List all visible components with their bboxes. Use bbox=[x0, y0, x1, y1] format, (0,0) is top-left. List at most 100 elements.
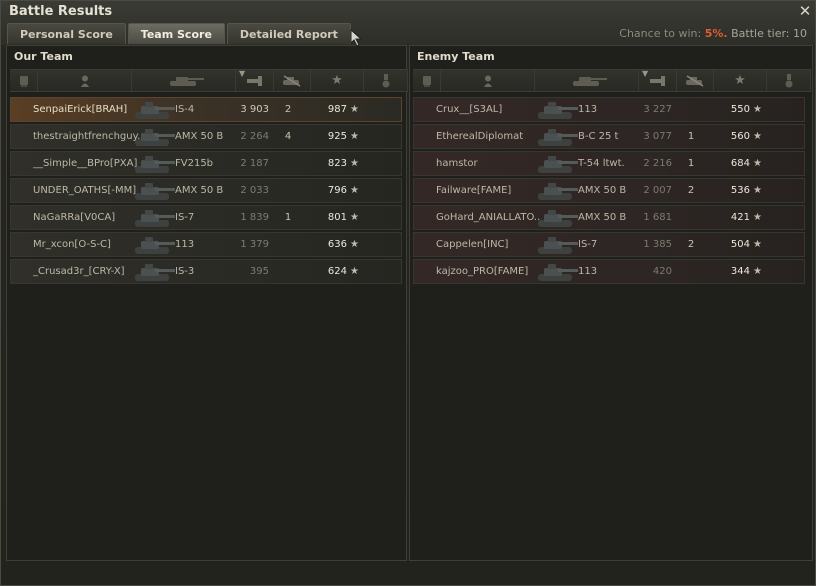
damage-value: 1 681 bbox=[643, 212, 672, 223]
player-row[interactable]: Crux__[S3AL] 113 3 227 550 ★ bbox=[413, 97, 805, 122]
tank-silhouette-icon bbox=[135, 156, 175, 173]
player-row[interactable]: SenpaiErick[BRAH] IS-4 3 903 2 987 ★ bbox=[10, 97, 402, 122]
player-row[interactable]: _Crusad3r_[CRY-X] IS-3 395 624 ★ bbox=[10, 259, 402, 284]
xp-value: 987 bbox=[327, 104, 347, 115]
damage-value: 1 839 bbox=[240, 212, 269, 223]
tank-silhouette-icon bbox=[135, 183, 175, 200]
sort-arrow-icon: ▼ bbox=[642, 69, 649, 78]
star-icon: ★ bbox=[350, 266, 359, 277]
frags-value: 1 bbox=[687, 158, 695, 169]
damage-value: 420 bbox=[652, 266, 672, 277]
mouse-cursor-icon bbox=[350, 29, 362, 47]
frags-icon[interactable] bbox=[677, 70, 714, 91]
tank-name: FV215b bbox=[175, 158, 214, 169]
frags-icon[interactable] bbox=[274, 70, 311, 91]
window-title: Battle Results bbox=[9, 4, 113, 19]
tank-icon[interactable] bbox=[132, 70, 236, 91]
damage-icon[interactable]: ▼ bbox=[236, 69, 274, 91]
frags-value: 2 bbox=[687, 185, 695, 196]
tank-silhouette-icon bbox=[135, 210, 175, 227]
player-row[interactable]: EtherealDiplomat B-C 25 t3 077 1 560 ★ bbox=[413, 124, 805, 149]
xp-value: 801 bbox=[327, 212, 347, 223]
star-icon: ★ bbox=[753, 131, 762, 142]
close-icon[interactable]: ✕ bbox=[797, 2, 813, 20]
enemy-team-column-header: ▼ ★ bbox=[413, 69, 811, 92]
tank-name: T-54 ltwt. bbox=[578, 158, 625, 169]
our-team-column-header: ▼ ★ bbox=[10, 69, 408, 92]
damage-value: 3 227 bbox=[643, 104, 672, 115]
battle-results-window: Battle Results ✕ Personal Score Team Sco… bbox=[0, 0, 816, 586]
tab-bar: Personal Score Team Score Detailed Repor… bbox=[7, 23, 353, 44]
battle-info: Chance to win: 5%. Battle tier: 10 bbox=[619, 27, 807, 40]
player-row[interactable]: kajzoo_PRO[FAME] 113 420 344 ★ bbox=[413, 259, 805, 284]
xp-star-icon[interactable]: ★ bbox=[714, 70, 767, 91]
squad-icon[interactable] bbox=[413, 70, 441, 91]
tank-silhouette-icon bbox=[538, 264, 578, 281]
star-icon: ★ bbox=[753, 158, 762, 169]
player-icon[interactable] bbox=[38, 70, 132, 91]
player-row[interactable]: Failware[FAME] AMX 50 B2 007 2 536 ★ bbox=[413, 178, 805, 203]
player-row[interactable]: NaGaRRa[V0CA] IS-7 1 839 1 801 ★ bbox=[10, 205, 402, 230]
tank-name: AMX 50 B bbox=[175, 131, 224, 142]
squad-icon[interactable] bbox=[10, 70, 38, 91]
damage-icon[interactable]: ▼ bbox=[639, 69, 677, 91]
player-row[interactable]: __Simple__BPro[PXA] FV215b 2 187 823 ★ bbox=[10, 151, 402, 176]
xp-value: 925 bbox=[327, 131, 347, 142]
enemy-team-list: Crux__[S3AL] 113 3 227 550 ★ EtherealDiplomat… bbox=[413, 97, 805, 286]
xp-value: 796 bbox=[327, 185, 347, 196]
tier-label: Battle tier: bbox=[731, 27, 790, 40]
damage-value: 1 385 bbox=[643, 239, 672, 250]
xp-value: 636 bbox=[327, 239, 347, 250]
damage-value: 1 379 bbox=[240, 239, 269, 250]
player-row[interactable]: hamstor T-54 ltwt. 2 216 1 684 ★ bbox=[413, 151, 805, 176]
player-row[interactable]: Mr_xcon[O-S-C] 113 1 379 636 ★ bbox=[10, 232, 402, 257]
tank-silhouette-icon bbox=[538, 183, 578, 200]
player-icon[interactable] bbox=[441, 70, 535, 91]
tank-icon[interactable] bbox=[535, 70, 639, 91]
tank-name: 113 bbox=[578, 104, 598, 115]
sort-arrow-icon: ▼ bbox=[239, 69, 246, 78]
tank-silhouette-icon bbox=[538, 210, 578, 227]
tank-name: IS-4 bbox=[175, 104, 195, 115]
xp-value: 684 bbox=[730, 158, 750, 169]
tank-silhouette-icon bbox=[135, 264, 175, 281]
player-row[interactable]: UNDER_OATHS[-MM] AMX 50 B2 033 796 ★ bbox=[10, 178, 402, 203]
frags-value: 1 bbox=[284, 212, 292, 223]
tab-personal-score[interactable]: Personal Score bbox=[7, 23, 126, 44]
star-icon: ★ bbox=[350, 104, 359, 115]
medal-icon[interactable] bbox=[364, 70, 408, 91]
tank-name: IS-7 bbox=[578, 239, 598, 250]
tab-detailed-report[interactable]: Detailed Report bbox=[226, 23, 351, 44]
frags-value: 1 bbox=[687, 131, 695, 142]
xp-value: 624 bbox=[327, 266, 347, 277]
damage-value: 395 bbox=[249, 266, 269, 277]
xp-value: 823 bbox=[327, 158, 347, 169]
star-icon: ★ bbox=[753, 239, 762, 250]
player-row[interactable]: Cappelen[INC] IS-7 1 385 2 504 ★ bbox=[413, 232, 805, 257]
xp-value: 560 bbox=[730, 131, 750, 142]
xp-value: 504 bbox=[730, 239, 750, 250]
xp-value: 550 bbox=[730, 104, 750, 115]
enemy-team-title: Enemy Team bbox=[417, 50, 495, 63]
damage-value: 3 903 bbox=[240, 104, 269, 115]
player-row[interactable]: thestraightfrenchguy.. AMX 50 B2 264 4 925 ★ bbox=[10, 124, 402, 149]
damage-value: 2 033 bbox=[240, 185, 269, 196]
xp-value: 536 bbox=[730, 185, 750, 196]
star-icon: ★ bbox=[753, 212, 762, 223]
star-icon: ★ bbox=[753, 266, 762, 277]
player-row[interactable]: GoHard_ANIALLATO.. AMX 50 B1 681 421 ★ bbox=[413, 205, 805, 230]
damage-value: 2 264 bbox=[240, 131, 269, 142]
chance-label: Chance to win: bbox=[619, 27, 702, 40]
damage-value: 3 077 bbox=[643, 131, 672, 142]
tier-value: 10 bbox=[793, 27, 807, 40]
title-bar: Battle Results ✕ bbox=[1, 1, 816, 23]
medal-icon[interactable] bbox=[767, 70, 811, 91]
tank-name: IS-7 bbox=[175, 212, 195, 223]
star-icon: ★ bbox=[350, 131, 359, 142]
xp-star-icon[interactable]: ★ bbox=[311, 70, 364, 91]
tab-team-score[interactable]: Team Score bbox=[127, 23, 225, 44]
our-team-panel: Our Team ▼ ★ SenpaiErick[BRAH] IS-4 3 903 2 9… bbox=[6, 45, 408, 561]
tank-silhouette-icon bbox=[538, 129, 578, 146]
damage-value: 2 007 bbox=[643, 185, 672, 196]
star-icon: ★ bbox=[350, 185, 359, 196]
